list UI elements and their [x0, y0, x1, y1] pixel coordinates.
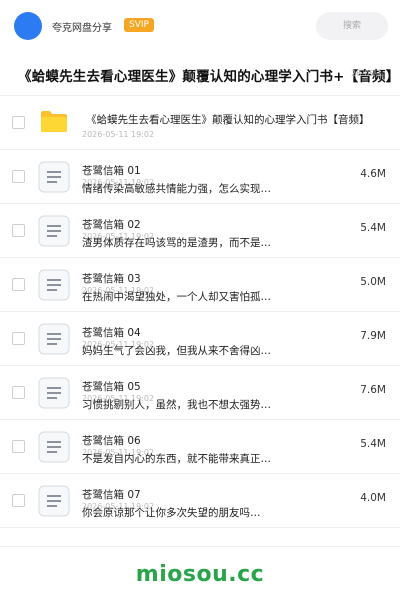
row-checkbox[interactable]: [12, 278, 25, 291]
document-icon: [38, 161, 70, 193]
row-checkbox[interactable]: [12, 116, 25, 129]
folder-row[interactable]: 《蛤蟆先生去看心理医生》颠覆认知的心理学入门书【音频】 2026-05-11 1…: [0, 96, 400, 150]
svip-badge: SVIP: [124, 18, 154, 32]
file-description: 情绪传染高敏感共情能力强，怎么实现…: [82, 183, 271, 195]
file-description: 你会原谅那个让你多次失望的朋友吗…: [82, 507, 261, 519]
document-icon: [38, 377, 70, 409]
file-size: 5.0M: [360, 276, 386, 288]
file-size: 7.9M: [360, 330, 386, 342]
header: 夸克网盘分享 SVIP 搜索: [0, 0, 400, 52]
document-icon: [38, 431, 70, 463]
folder-date: 2026-05-11 19:02: [82, 130, 155, 139]
file-row[interactable]: 苍鹭信箱 04 2026-05-11 19:02 妈妈生气了会凶我，但我从来不舍得凶…: [0, 312, 400, 366]
row-checkbox[interactable]: [12, 494, 25, 507]
document-icon: [38, 215, 70, 247]
folder-icon: [41, 111, 67, 132]
watermark: miosou.cc: [135, 562, 265, 587]
search-button[interactable]: 搜索: [316, 12, 388, 40]
document-icon: [38, 485, 70, 517]
avatar[interactable]: [14, 12, 42, 40]
file-description: 不是发自内心的东西，就不能带来真正…: [82, 453, 271, 465]
file-size: 4.0M: [360, 492, 386, 504]
document-icon: [38, 323, 70, 355]
row-checkbox[interactable]: [12, 386, 25, 399]
file-row[interactable]: 苍鹭信箱 01 2026-05-11 19:02 情绪传染高敏感共情能力强，怎么实现…: [0, 150, 400, 204]
file-name: 苍鹭信箱 05: [82, 381, 141, 393]
file-description: 渣男体质存在吗该骂的是渣男，而不是…: [82, 237, 271, 249]
title-date-partial: 26-05-1: [351, 69, 383, 78]
file-list: 《蛤蟆先生去看心理医生》颠覆认知的心理学入门书【音频】 2026-05-11 1…: [0, 96, 400, 528]
file-size: 4.6M: [360, 168, 386, 180]
file-name: 苍鹭信箱 01: [82, 165, 141, 177]
divider: [0, 546, 400, 547]
file-name: 苍鹭信箱 07: [82, 489, 141, 501]
file-row[interactable]: 苍鹭信箱 06 2026-05-11 19:02 不是发自内心的东西，就不能带来真正…: [0, 420, 400, 474]
file-name: 苍鹭信箱 02: [82, 219, 141, 231]
file-size: 7.6M: [360, 384, 386, 396]
title-bar: 《蛤蟆先生去看心理医生》颠覆认知的心理学入门书+【音频】 26-05-1: [0, 52, 400, 96]
file-row[interactable]: 苍鹭信箱 03 2026-05-11 19:02 在热闹中渴望独处，一个人却又害怕孤…: [0, 258, 400, 312]
row-checkbox[interactable]: [12, 224, 25, 237]
file-description: 妈妈生气了会凶我，但我从来不舍得凶…: [82, 345, 271, 357]
document-icon: [38, 269, 70, 301]
file-description: 在热闹中渴望独处，一个人却又害怕孤…: [82, 291, 271, 303]
user-name[interactable]: 夸克网盘分享: [52, 19, 112, 34]
file-name: 苍鹭信箱 04: [82, 327, 141, 339]
row-checkbox[interactable]: [12, 440, 25, 453]
file-size: 5.4M: [360, 438, 386, 450]
row-checkbox[interactable]: [12, 332, 25, 345]
file-name: 苍鹭信箱 06: [82, 435, 141, 447]
row-checkbox[interactable]: [12, 170, 25, 183]
page-title: 《蛤蟆先生去看心理医生》颠覆认知的心理学入门书+【音频】: [18, 69, 400, 85]
file-row[interactable]: 苍鹭信箱 05 2026-05-11 19:02 习惯挑剔别人，虽然，我也不想太强势…: [0, 366, 400, 420]
folder-name: 《蛤蟆先生去看心理医生》颠覆认知的心理学入门书【音频】: [86, 114, 370, 126]
file-row[interactable]: 苍鹭信箱 02 2026-05-11 19:02 渣男体质存在吗该骂的是渣男，而不是…: [0, 204, 400, 258]
file-row[interactable]: 苍鹭信箱 07 2026-05-11 19:02 你会原谅那个让你多次失望的朋友吗……: [0, 474, 400, 528]
file-size: 5.4M: [360, 222, 386, 234]
file-description: 习惯挑剔别人，虽然，我也不想太强势…: [82, 399, 271, 411]
file-name: 苍鹭信箱 03: [82, 273, 141, 285]
